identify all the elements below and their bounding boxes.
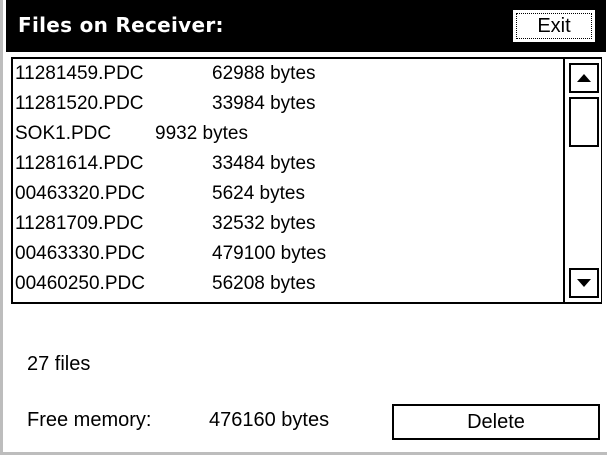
file-name: 00463330.PDC — [15, 243, 145, 264]
file-size: 5624 bytes — [212, 183, 305, 204]
scrollbar-thumb[interactable] — [569, 97, 599, 147]
file-size: 56208 bytes — [212, 273, 316, 294]
file-name: 11281709.PDC — [15, 213, 144, 234]
file-list[interactable]: 11281459.PDC 62988 bytes 11281520.PDC 33… — [11, 57, 602, 304]
file-list-rows: 11281459.PDC 62988 bytes 11281520.PDC 33… — [13, 59, 563, 302]
file-size: 479100 bytes — [212, 243, 327, 264]
list-item[interactable]: SOK1.PDC 9932 bytes — [13, 119, 563, 149]
file-size: 32532 bytes — [212, 213, 316, 234]
free-memory-value: 476160 bytes — [209, 409, 330, 431]
triangle-down-icon — [577, 279, 591, 287]
vertical-scrollbar[interactable] — [563, 59, 601, 302]
page-title: Files on Receiver: — [18, 13, 224, 37]
file-size: 9932 bytes — [155, 123, 248, 144]
list-item[interactable]: 00463320.PDC 5624 bytes — [13, 179, 563, 209]
file-count: 27 files — [27, 353, 91, 375]
delete-button[interactable]: Delete — [392, 404, 600, 440]
file-name: 00463320.PDC — [15, 183, 145, 204]
scroll-up-button[interactable] — [569, 63, 599, 93]
title-bar: Files on Receiver: Exit — [6, 0, 606, 52]
triangle-up-icon — [577, 74, 591, 82]
list-item[interactable]: 00463330.PDC 479100 bytes — [13, 239, 563, 269]
list-item[interactable]: 00460250.PDC 56208 bytes — [13, 269, 563, 299]
file-name: 11281520.PDC — [15, 93, 144, 114]
list-item[interactable]: 11281520.PDC 33984 bytes — [13, 89, 563, 119]
file-size: 33484 bytes — [212, 153, 316, 174]
list-item[interactable]: 11281459.PDC 62988 bytes — [13, 59, 563, 89]
file-size: 33984 bytes — [212, 93, 316, 114]
list-item[interactable]: 11281614.PDC 33484 bytes — [13, 149, 563, 179]
file-name: 11281459.PDC — [15, 63, 144, 84]
exit-button[interactable]: Exit — [511, 8, 597, 44]
free-memory-label: Free memory: — [27, 409, 152, 431]
files-on-receiver-window: Files on Receiver: Exit 11281459.PDC 629… — [0, 0, 607, 455]
file-name: 00460250.PDC — [15, 273, 145, 294]
file-size: 62988 bytes — [212, 63, 316, 84]
file-name: 11281614.PDC — [15, 153, 144, 174]
list-item[interactable]: 11281709.PDC 32532 bytes — [13, 209, 563, 239]
scroll-down-button[interactable] — [569, 268, 599, 298]
file-name: SOK1.PDC — [15, 123, 112, 144]
